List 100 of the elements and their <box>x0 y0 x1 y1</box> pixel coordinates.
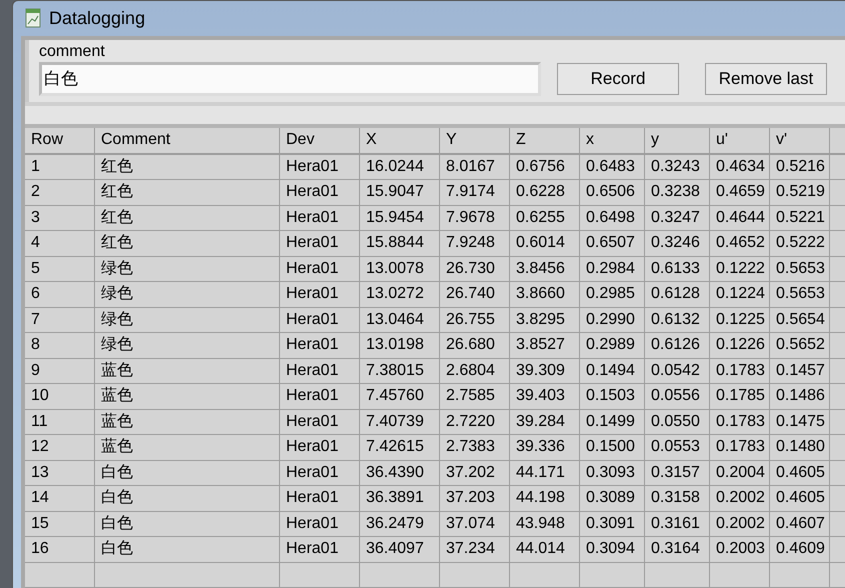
table-cell-text: 2.7383 <box>446 437 495 458</box>
table-cell-text: 3.8456 <box>516 258 565 279</box>
table-cell-text: 0.5216 <box>776 156 825 177</box>
table-cell-text: 26.680 <box>446 335 495 356</box>
table-cell-text: 0.3094 <box>586 539 635 560</box>
column-header[interactable]: X <box>360 128 440 154</box>
table-cell-text: 7.38015 <box>366 360 424 381</box>
table-cell-text: 8 <box>31 335 40 356</box>
column-header[interactable]: y <box>645 128 710 154</box>
table-cell-text: 0.3164 <box>651 539 700 560</box>
column-header[interactable]: u' <box>710 128 770 154</box>
table-cell-text: Hera01 <box>286 437 338 458</box>
table-cell-text: 0.3161 <box>651 514 700 534</box>
table-cell-text: 红色 <box>101 208 133 228</box>
table-cell-text: 3.8527 <box>516 335 565 356</box>
column-header[interactable]: x <box>580 128 645 154</box>
table-cell-text: 蓝色 <box>101 412 133 432</box>
column-header[interactable]: v' <box>770 128 830 154</box>
table-cell-text: 0.5653 <box>776 284 825 304</box>
table-cell-text: 7 <box>31 310 40 330</box>
table-cell-text: 36.2479 <box>366 514 424 534</box>
table-cell-text: 白色 <box>101 514 133 534</box>
table-cell-text: 0.3089 <box>586 488 635 508</box>
table-cell-text: Hera01 <box>286 284 338 304</box>
table-cell-text: 0.2989 <box>586 335 635 356</box>
table-cell-text: 7.42615 <box>366 437 424 458</box>
table-cell-text: Hera01 <box>286 233 338 254</box>
table-cell-text: Hera01 <box>286 208 338 228</box>
table-cell-text: 0.2003 <box>716 539 765 560</box>
table-cell-text: 44.171 <box>516 462 565 483</box>
table-cell-text: 绿色 <box>101 335 133 356</box>
table-cell-text: 2 <box>31 182 40 202</box>
table-cell-text: 15.9047 <box>366 182 424 202</box>
table-cell-text: 0.4605 <box>776 462 825 483</box>
table-cell-text: 6 <box>31 284 40 304</box>
table-cell-text: 13.0198 <box>366 335 424 356</box>
column-header[interactable]: Comment <box>95 128 280 154</box>
table-cell-text: 0.3093 <box>586 462 635 483</box>
table-cell-text: 3.8660 <box>516 284 565 304</box>
table-cell-text: 0.1783 <box>716 412 765 432</box>
table-cell-text: 16 <box>31 539 49 560</box>
comment-label: comment <box>39 42 106 62</box>
table-cell-text: 0.6132 <box>651 310 700 330</box>
table-cell-text: 0.3157 <box>651 462 700 483</box>
table-cell-text: Hera01 <box>286 386 338 406</box>
table-cell-text: 0.1499 <box>586 412 635 432</box>
table-cell-text: 7.40739 <box>366 412 424 432</box>
table-cell-text: 3 <box>31 208 40 228</box>
table-cell-text: 39.336 <box>516 437 565 458</box>
table-cell-text: 0.1480 <box>776 437 825 458</box>
table-cell-text: Hera01 <box>286 412 338 432</box>
table-cell-text: 2.7585 <box>446 386 495 406</box>
table-cell-text: 15.8844 <box>366 233 424 254</box>
table-cell-text: 0.5653 <box>776 258 825 279</box>
table-cell-text: 0.5654 <box>776 310 825 330</box>
table-cell-text: 蓝色 <box>101 436 133 458</box>
comment-field[interactable]: 白色 <box>39 62 541 96</box>
table-cell-text: 0.4634 <box>716 156 765 177</box>
table-cell-text: 0.1503 <box>586 386 635 406</box>
table-cell-text: 0.1486 <box>776 386 825 406</box>
table-cell-text: Hera01 <box>286 539 338 560</box>
table-cell-text: 5 <box>31 258 40 279</box>
table-cell-text: 13 <box>31 462 49 483</box>
action-button[interactable]: Record <box>557 62 679 94</box>
table-cell-text: 0.6507 <box>586 233 635 254</box>
table-cell-text: 0.1500 <box>586 437 635 458</box>
table-cell-text: 15.9454 <box>366 208 424 228</box>
table-cell-text: 白色 <box>101 488 133 508</box>
table-cell-text: Hera01 <box>286 335 338 356</box>
table-cell-text: 0.1225 <box>716 310 765 330</box>
action-button[interactable]: Remove last <box>705 62 827 94</box>
table-cell-text: 37.074 <box>446 514 495 534</box>
table-cell-text: 0.1783 <box>716 360 765 381</box>
table-cell-text: 8.0167 <box>446 156 495 177</box>
table-cell-text: 44.198 <box>516 488 565 508</box>
column-header[interactable]: Dev <box>280 128 360 154</box>
table-cell-text: 0.6126 <box>651 335 700 356</box>
table-cell-text: 26.740 <box>446 284 495 304</box>
table-cell-text: 0.4644 <box>716 208 765 228</box>
table-cell-text: 0.2002 <box>716 488 765 508</box>
table-cell-text: 红色 <box>101 182 133 202</box>
table-cell-text: 26.730 <box>446 258 495 279</box>
table-cell-text: Hera01 <box>286 488 338 508</box>
column-header[interactable]: Z <box>510 128 580 154</box>
column-header[interactable]: Y <box>440 128 510 154</box>
table-cell-text: Hera01 <box>286 156 338 177</box>
table-cell-text: 0.1494 <box>586 360 635 381</box>
column-header[interactable]: Row <box>25 128 95 154</box>
table-cell-text: 0.6228 <box>516 182 565 202</box>
table-cell-text: 4 <box>31 233 40 254</box>
table-cell-text: 0.4605 <box>776 488 825 508</box>
table-cell-text: 3.8295 <box>516 310 565 330</box>
table-cell-text: 0.0542 <box>651 360 700 381</box>
table-cell-text: 0.4609 <box>776 539 825 560</box>
table-cell-text: 0.3238 <box>651 182 700 202</box>
table-cell-text: 0.2990 <box>586 310 635 330</box>
table-cell-text: 0.1224 <box>716 284 765 304</box>
table-cell-text: 0.3246 <box>651 233 700 254</box>
table-cell-text: 15 <box>31 514 49 534</box>
table-cell-text: 37.234 <box>446 539 495 560</box>
